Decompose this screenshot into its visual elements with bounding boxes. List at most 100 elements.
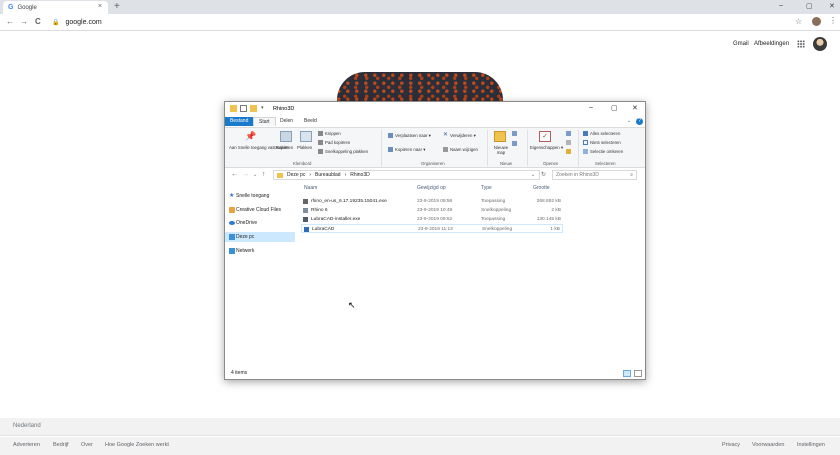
footer-link-privacy[interactable]: Privacy	[722, 442, 740, 448]
footer-link-bedrijf[interactable]: Bedrijf	[53, 442, 69, 448]
tab-beeld[interactable]: Beeld	[299, 117, 322, 126]
properties-button[interactable]: Eigenschappen ▾	[530, 145, 563, 151]
gmail-link[interactable]: Gmail	[733, 41, 749, 47]
copy-path-button[interactable]: Pad kopiëren	[325, 140, 350, 145]
rename-button[interactable]: Naam wijzigen	[450, 147, 478, 152]
pin-icon[interactable]: 📌	[245, 131, 257, 142]
customize-quick-access-icon[interactable]: ▾	[261, 105, 268, 112]
properties-icon[interactable]: ✓	[539, 131, 551, 142]
file-row[interactable]: Rhino 6 23-9-2019 10:49 Snelkoppeling 2 …	[301, 206, 563, 215]
select-all-button[interactable]: Alles selecteren	[590, 131, 620, 136]
invert-selection-button[interactable]: Selectie omkeren	[590, 149, 623, 154]
ribbon-expand-icon[interactable]: ⌄	[627, 118, 631, 124]
cut-button[interactable]: Knippen	[325, 131, 341, 136]
column-header-type[interactable]: Type	[481, 185, 492, 191]
invert-selection-icon[interactable]	[583, 149, 588, 154]
paste-icon[interactable]	[300, 131, 312, 142]
select-none-icon[interactable]	[583, 140, 588, 145]
file-row[interactable]: LubraCAD 23-9-2019 11:13 Snelkoppeling 1…	[301, 224, 563, 233]
sidebar-item-snelle-toegang[interactable]: ★ Snelle toegang	[225, 191, 295, 201]
delete-button[interactable]: Verwijderen ▾	[450, 133, 476, 139]
explorer-close-button[interactable]: ✕	[632, 104, 638, 112]
footer-link-voorwaarden[interactable]: Voorwaarden	[752, 442, 784, 448]
footer-link-over[interactable]: Over	[81, 442, 93, 448]
column-header-grootte[interactable]: Grootte	[533, 185, 550, 191]
copy-path-icon[interactable]	[318, 140, 323, 145]
copy-icon[interactable]	[280, 131, 292, 142]
new-folder-icon[interactable]	[494, 131, 506, 142]
browser-tab[interactable]: G Google ×	[3, 1, 108, 14]
breadcrumb-separator[interactable]: ›	[345, 172, 347, 178]
breadcrumb-separator[interactable]: ›	[309, 172, 311, 178]
breadcrumb-rhino3d[interactable]: Rhino3D	[350, 172, 369, 178]
images-link[interactable]: Afbeeldingen	[754, 41, 789, 47]
maximize-button[interactable]: ▢	[806, 2, 813, 10]
new-item-icon[interactable]	[512, 131, 517, 136]
details-view-button[interactable]	[623, 370, 631, 377]
explorer-search-input[interactable]: Zoeken in Rhino3D ⌕	[552, 170, 637, 180]
edit-icon[interactable]	[566, 140, 571, 145]
explorer-forward-icon[interactable]: →	[242, 171, 249, 178]
up-folder-icon[interactable]: ↑	[262, 171, 266, 178]
profile-avatar-icon[interactable]	[812, 17, 821, 26]
new-tab-button[interactable]: +	[114, 1, 120, 13]
select-all-icon[interactable]	[583, 131, 588, 136]
tab-close-icon[interactable]: ×	[98, 3, 102, 10]
ribbon-tabs: Bestand Start Delen Beeld ⌄ ?	[225, 116, 645, 127]
column-header-naam[interactable]: Naam	[304, 185, 317, 191]
help-icon[interactable]: ?	[636, 118, 643, 125]
bookmark-star-icon[interactable]: ☆	[795, 17, 802, 26]
properties-quick-icon[interactable]	[240, 105, 247, 112]
new-folder-quick-icon[interactable]	[250, 105, 257, 112]
file-row[interactable]: rhino_en-us_6.17.19235.15041.exe 23-9-20…	[301, 197, 563, 206]
sidebar-item-creative-cloud[interactable]: Creative Cloud Files	[225, 205, 295, 215]
copy-button[interactable]: Kopiëren	[276, 145, 293, 150]
cut-icon[interactable]	[318, 131, 323, 136]
history-icon[interactable]	[566, 149, 571, 154]
recent-locations-icon[interactable]: ⌄	[253, 172, 257, 178]
address-dropdown-icon[interactable]: ⌄	[531, 172, 535, 178]
address-bar[interactable]: 🔒 google.com	[50, 16, 810, 29]
tab-delen[interactable]: Delen	[275, 117, 298, 126]
sidebar-item-netwerk[interactable]: Netwerk	[225, 246, 295, 256]
menu-icon[interactable]: ⋮	[829, 16, 837, 25]
refresh-icon[interactable]: ↻	[541, 171, 546, 178]
apps-grid-icon[interactable]	[797, 40, 805, 48]
copy-to-icon[interactable]	[388, 147, 393, 152]
open-icon[interactable]	[566, 131, 571, 136]
tab-bestand[interactable]: Bestand	[225, 117, 254, 126]
explorer-titlebar[interactable]: ▾ Rhino3D – ▢ ✕	[225, 102, 645, 116]
rename-icon[interactable]	[443, 147, 448, 152]
explorer-address-bar[interactable]: Deze pc › Bureaublad › Rhino3D	[273, 170, 540, 180]
paste-button[interactable]: Plakken	[297, 145, 312, 150]
explorer-maximize-button[interactable]: ▢	[611, 104, 618, 112]
forward-icon[interactable]: →	[20, 17, 28, 26]
sidebar-item-onedrive[interactable]: OneDrive	[225, 218, 295, 228]
footer-link-hoe-google-werkt[interactable]: Hoe Google Zoeken werkt	[105, 442, 169, 448]
breadcrumb-deze-pc[interactable]: Deze pc	[287, 172, 305, 178]
reload-icon[interactable]: C	[35, 17, 41, 26]
close-window-button[interactable]: ✕	[829, 2, 835, 10]
footer-link-adverteren[interactable]: Adverteren	[13, 442, 40, 448]
select-none-button[interactable]: Niets selecteren	[590, 140, 621, 145]
footer-link-instellingen[interactable]: Instellingen	[797, 442, 825, 448]
move-to-icon[interactable]	[388, 133, 393, 138]
minimize-button[interactable]: –	[779, 2, 783, 9]
back-icon[interactable]: ←	[6, 17, 14, 26]
large-icons-view-button[interactable]	[634, 370, 642, 377]
easy-access-icon[interactable]	[512, 141, 517, 146]
column-header-gewijzigd[interactable]: Gewijzigd op	[417, 185, 446, 191]
file-row[interactable]: LubraCAD-installer.exe 23-9-2019 09:52 T…	[301, 215, 563, 224]
account-avatar[interactable]	[813, 37, 827, 51]
new-folder-button[interactable]: Nieuwe map	[491, 145, 511, 155]
paste-shortcut-icon[interactable]	[318, 149, 323, 154]
sidebar-item-deze-pc[interactable]: Deze pc	[225, 232, 295, 242]
paste-shortcut-button[interactable]: Snelkoppeling plakken	[325, 149, 368, 154]
move-to-button[interactable]: Verplaatsen naar ▾	[395, 133, 431, 139]
tab-start[interactable]: Start	[253, 117, 276, 126]
breadcrumb-bureaublad[interactable]: Bureaublad	[315, 172, 341, 178]
explorer-back-icon[interactable]: ←	[231, 171, 238, 178]
explorer-minimize-button[interactable]: –	[589, 104, 593, 111]
delete-icon[interactable]: ✕	[443, 132, 448, 138]
copy-to-button[interactable]: Kopiëren naar ▾	[395, 147, 425, 153]
